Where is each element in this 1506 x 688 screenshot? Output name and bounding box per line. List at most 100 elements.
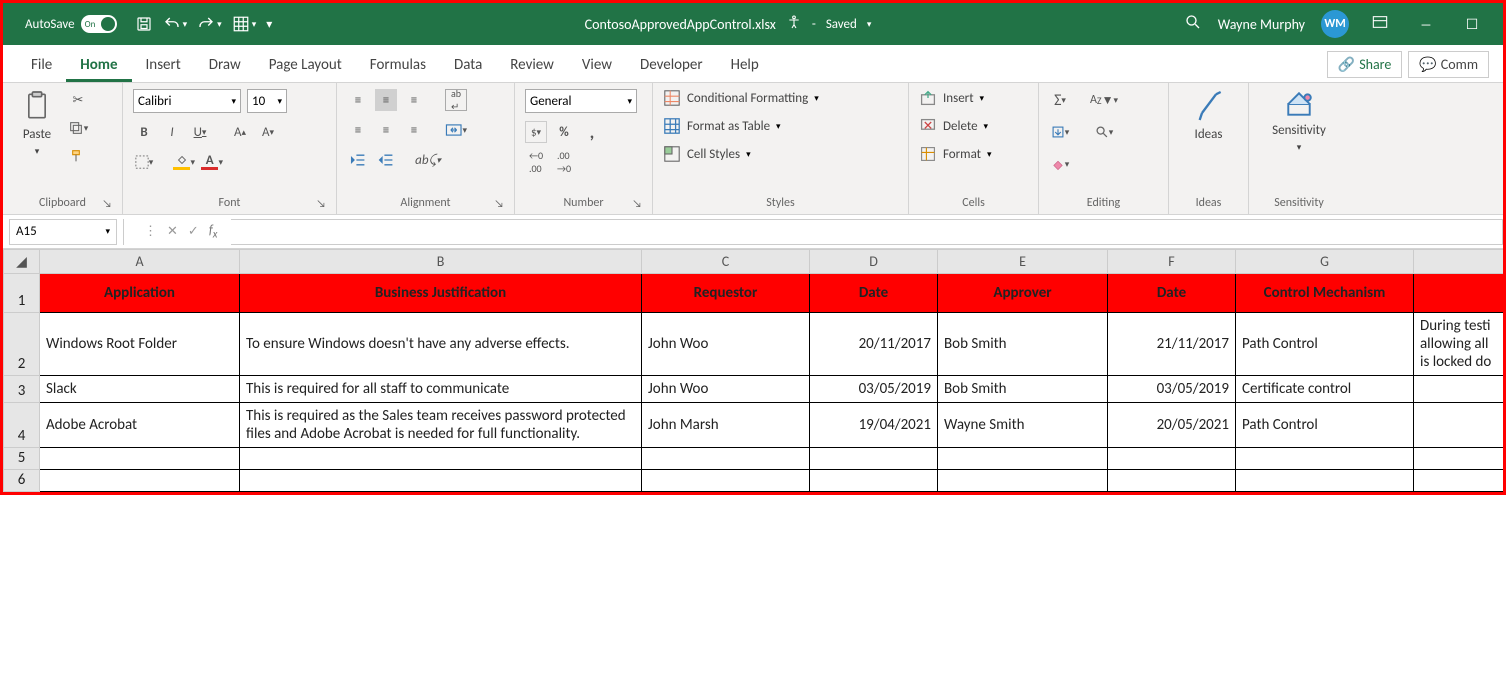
number-format-combo[interactable]: General▾: [525, 89, 637, 113]
borders-button[interactable]: ▾: [133, 151, 155, 173]
cell-H2[interactable]: During testiallowing allis locked do: [1414, 313, 1504, 376]
delete-cells-button[interactable]: Delete▾: [919, 117, 992, 135]
cell-D6[interactable]: [810, 470, 938, 492]
cell-E1[interactable]: Approver: [938, 274, 1108, 313]
tab-formulas[interactable]: Formulas: [356, 48, 440, 82]
undo-button[interactable]: ▾: [163, 15, 188, 33]
cell-G1[interactable]: Control Mechanism: [1236, 274, 1414, 313]
column-header-C[interactable]: C: [642, 250, 810, 274]
cell-C6[interactable]: [642, 470, 810, 492]
cell-F6[interactable]: [1108, 470, 1236, 492]
autosave-toggle[interactable]: AutoSave On: [25, 15, 117, 33]
formula-menu-icon[interactable]: ⋮: [144, 224, 157, 239]
cell-H1[interactable]: [1414, 274, 1504, 313]
tab-draw[interactable]: Draw: [195, 48, 255, 82]
autosum-button[interactable]: Σ▾: [1049, 89, 1071, 111]
sort-filter-button[interactable]: AZ▼▾: [1093, 89, 1115, 111]
cell-G5[interactable]: [1236, 448, 1414, 470]
row-header-6[interactable]: 6: [4, 470, 40, 492]
cell-A6[interactable]: [40, 470, 240, 492]
spreadsheet-grid[interactable]: ◢ A B C D E F G 1 Application Business J…: [3, 249, 1503, 492]
cell-F1[interactable]: Date: [1108, 274, 1236, 313]
cell-H6[interactable]: [1414, 470, 1504, 492]
cell-G2[interactable]: Path Control: [1236, 313, 1414, 376]
dialog-launcher-icon[interactable]: ↘: [494, 197, 504, 210]
cell-B2[interactable]: To ensure Windows doesn't have any adver…: [240, 313, 642, 376]
comma-icon[interactable]: ,: [581, 121, 603, 143]
tab-page-layout[interactable]: Page Layout: [255, 48, 356, 82]
format-as-table-button[interactable]: Format as Table▾: [663, 117, 819, 135]
cell-G6[interactable]: [1236, 470, 1414, 492]
tab-insert[interactable]: Insert: [132, 48, 195, 82]
cut-icon[interactable]: ✂: [67, 89, 89, 111]
decrease-font-icon[interactable]: A▾: [257, 121, 279, 143]
column-header-F[interactable]: F: [1108, 250, 1236, 274]
cell-B3[interactable]: This is required for all staff to commun…: [240, 376, 642, 403]
cell-F3[interactable]: 03/05/2019: [1108, 376, 1236, 403]
fx-icon[interactable]: fx: [209, 223, 218, 241]
cell-styles-button[interactable]: Cell Styles▾: [663, 145, 819, 163]
row-header-1[interactable]: 1: [4, 274, 40, 313]
save-status-dropdown-icon[interactable]: ▾: [867, 19, 872, 30]
minimize-button[interactable]: ―: [1411, 16, 1441, 33]
tab-developer[interactable]: Developer: [626, 48, 717, 82]
cell-B1[interactable]: Business Justification: [240, 274, 642, 313]
accounting-format-icon[interactable]: $▾: [525, 121, 547, 143]
search-icon[interactable]: [1184, 13, 1202, 35]
row-header-2[interactable]: 2: [4, 313, 40, 376]
cell-C4[interactable]: John Marsh: [642, 403, 810, 448]
insert-cells-button[interactable]: Insert▾: [919, 89, 992, 107]
dialog-launcher-icon[interactable]: ↘: [632, 197, 642, 210]
enter-formula-icon[interactable]: ✓: [188, 224, 199, 239]
cell-D2[interactable]: 20/11/2017: [810, 313, 938, 376]
row-header-5[interactable]: 5: [4, 448, 40, 470]
orientation-button[interactable]: ab⤹▾: [417, 149, 439, 171]
tab-review[interactable]: Review: [496, 48, 568, 82]
copy-icon[interactable]: ▾: [67, 117, 89, 139]
cell-G3[interactable]: Certificate control: [1236, 376, 1414, 403]
increase-indent-icon[interactable]: [375, 149, 397, 171]
user-name[interactable]: Wayne Murphy: [1218, 16, 1305, 33]
decrease-indent-icon[interactable]: [347, 149, 369, 171]
cell-A5[interactable]: [40, 448, 240, 470]
column-header-A[interactable]: A: [40, 250, 240, 274]
cell-C5[interactable]: [642, 448, 810, 470]
cell-H4[interactable]: [1414, 403, 1504, 448]
find-select-button[interactable]: ▾: [1093, 121, 1115, 143]
cell-C2[interactable]: John Woo: [642, 313, 810, 376]
cell-E6[interactable]: [938, 470, 1108, 492]
conditional-formatting-button[interactable]: Conditional Formatting▾: [663, 89, 819, 107]
grid-icon[interactable]: ▾: [232, 15, 257, 33]
merge-center-button[interactable]: ▾: [445, 119, 467, 141]
cell-B4[interactable]: This is required as the Sales team recei…: [240, 403, 642, 448]
cell-F5[interactable]: [1108, 448, 1236, 470]
redo-button[interactable]: ▾: [197, 15, 222, 33]
cell-F4[interactable]: 20/05/2021: [1108, 403, 1236, 448]
ribbon-display-icon[interactable]: [1365, 15, 1395, 33]
align-bottom-icon[interactable]: ≡: [403, 89, 425, 111]
cell-B6[interactable]: [240, 470, 642, 492]
align-right-icon[interactable]: ≡: [403, 119, 425, 141]
cell-A3[interactable]: Slack: [40, 376, 240, 403]
cancel-formula-icon[interactable]: ✕: [167, 224, 178, 239]
sensitivity-button[interactable]: Sensitivity ▾: [1272, 89, 1326, 153]
align-top-icon[interactable]: ≡: [347, 89, 369, 111]
align-left-icon[interactable]: ≡: [347, 119, 369, 141]
column-header-D[interactable]: D: [810, 250, 938, 274]
cell-C3[interactable]: John Woo: [642, 376, 810, 403]
tab-help[interactable]: Help: [717, 48, 773, 82]
select-all-corner[interactable]: ◢: [4, 250, 40, 274]
wrap-text-button[interactable]: ab↵: [445, 89, 467, 111]
column-header-E[interactable]: E: [938, 250, 1108, 274]
clear-button[interactable]: ▾: [1049, 153, 1071, 175]
format-painter-icon[interactable]: [67, 145, 89, 167]
percent-icon[interactable]: %: [553, 121, 575, 143]
ideas-button[interactable]: Ideas: [1185, 89, 1233, 142]
paste-button[interactable]: Paste ▾: [13, 89, 61, 157]
cell-D3[interactable]: 03/05/2019: [810, 376, 938, 403]
share-button[interactable]: 🔗Share: [1327, 51, 1403, 78]
tab-data[interactable]: Data: [440, 48, 496, 82]
format-cells-button[interactable]: Format▾: [919, 145, 992, 163]
italic-button[interactable]: I: [161, 121, 183, 143]
cell-A1[interactable]: Application: [40, 274, 240, 313]
